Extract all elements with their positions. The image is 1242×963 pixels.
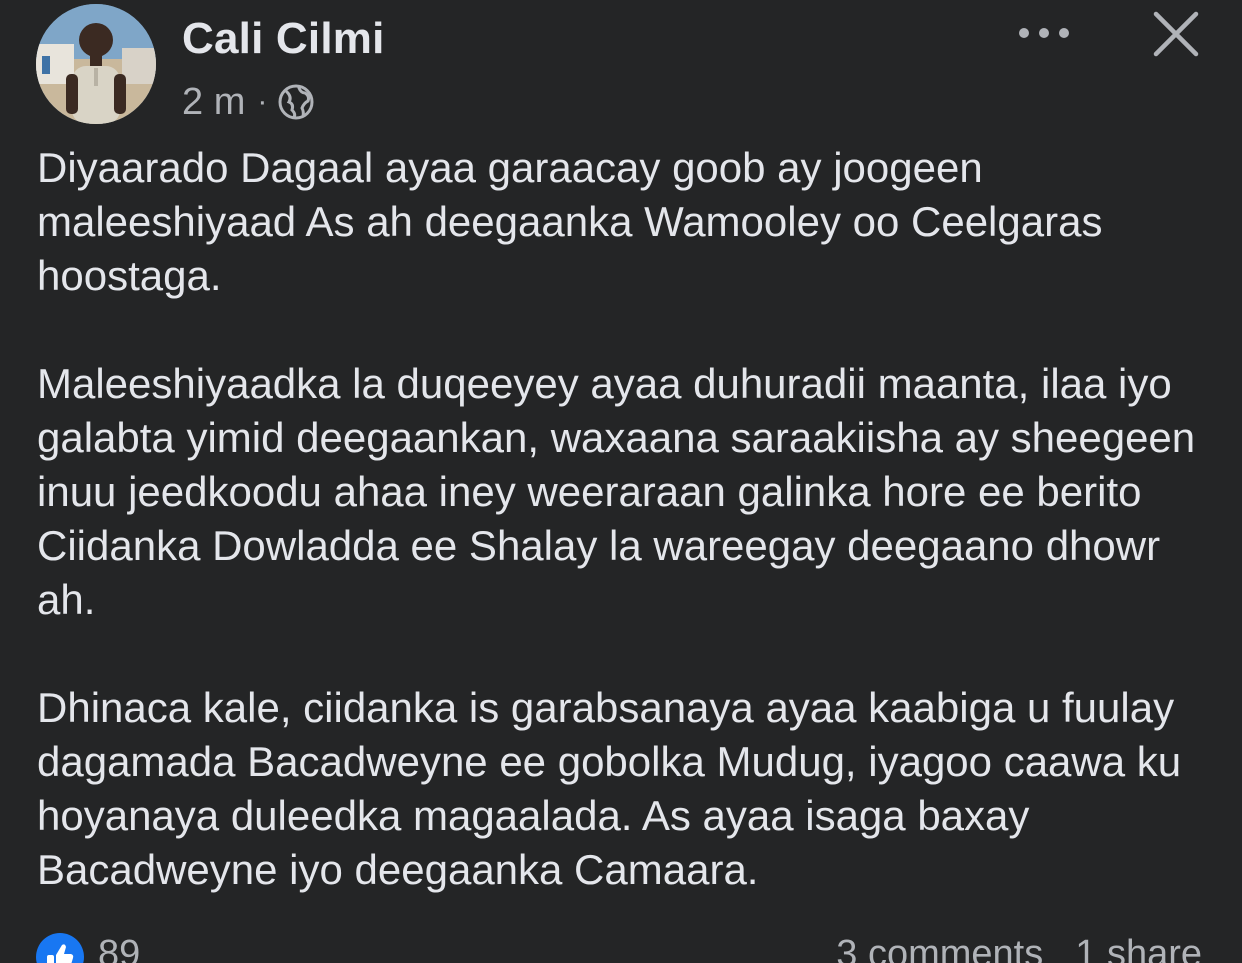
post-footer: 89 3 comments 1 share bbox=[0, 925, 1242, 963]
globe-icon[interactable] bbox=[277, 83, 315, 121]
more-horizontal-icon[interactable] bbox=[1012, 18, 1076, 48]
comments-count[interactable]: 3 comments bbox=[836, 933, 1043, 963]
post-body: Diyaarado Dagaal ayaa garaacay goob ay j… bbox=[37, 141, 1227, 897]
reaction-count[interactable]: 89 bbox=[98, 933, 140, 963]
close-icon[interactable] bbox=[1150, 8, 1202, 60]
post-paragraph: Dhinaca kale, ciidanka is garabsanaya ay… bbox=[37, 684, 1182, 893]
like-thumb-icon[interactable] bbox=[36, 933, 84, 963]
shares-count[interactable]: 1 share bbox=[1075, 933, 1202, 963]
avatar-photo bbox=[36, 4, 156, 124]
post-meta: 2 m · bbox=[182, 78, 315, 126]
avatar[interactable] bbox=[36, 4, 156, 124]
post-card: Cali Cilmi 2 m · Diyaarado Dagaal ayaa g… bbox=[0, 0, 1242, 963]
post-time[interactable]: 2 m bbox=[182, 81, 245, 124]
engagement-stats: 3 comments 1 share bbox=[836, 933, 1202, 963]
author-name[interactable]: Cali Cilmi bbox=[182, 14, 385, 64]
meta-separator: · bbox=[257, 85, 268, 118]
post-paragraph: Diyaarado Dagaal ayaa garaacay goob ay j… bbox=[37, 144, 1103, 299]
post-paragraph: Maleeshiyaadka la duqeeyey ayaa duhuradi… bbox=[37, 360, 1196, 623]
